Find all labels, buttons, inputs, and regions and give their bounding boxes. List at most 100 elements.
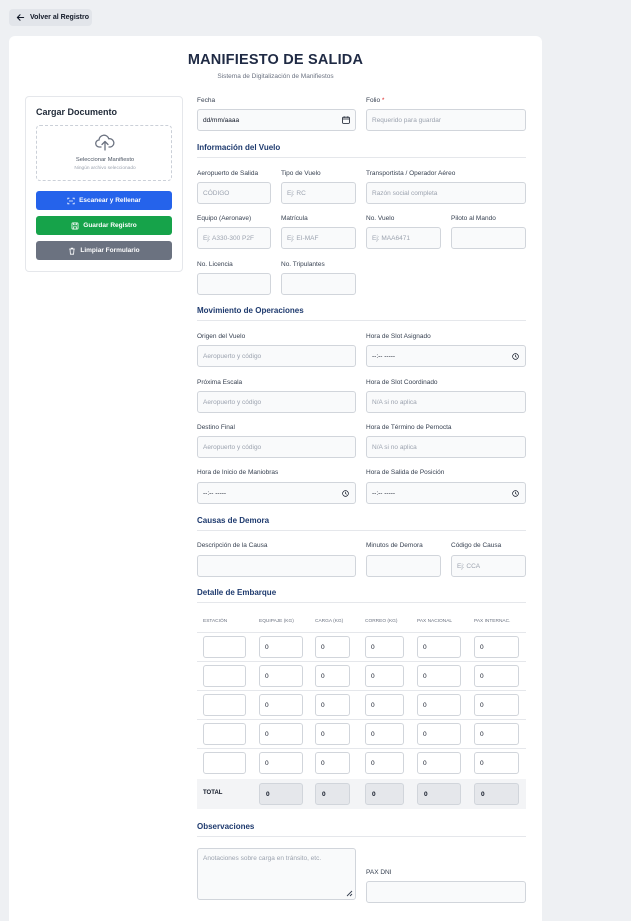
pernocta-input[interactable]: N/A si no aplica (366, 436, 526, 458)
col-equipaje: EQUIPAJE (KG) (259, 619, 294, 624)
minutos-label: Minutos de Demora (366, 542, 423, 549)
equipaje-cell[interactable]: 0 (259, 694, 303, 716)
descripcion-input[interactable] (197, 555, 356, 577)
total-carga: 0 (315, 783, 350, 805)
estacion-cell[interactable] (203, 723, 246, 745)
section-demora-title: Causas de Demora (197, 516, 526, 531)
pax-internac-cell[interactable]: 0 (474, 694, 519, 716)
equipo-input[interactable]: Ej: A330-300 P2F (197, 227, 271, 249)
posicion-input[interactable]: --:-- ----- (366, 482, 526, 504)
destino-input[interactable]: Aeropuerto y código (197, 436, 356, 458)
carga-cell[interactable]: 0 (315, 752, 350, 774)
observaciones-textarea[interactable]: Anotaciones sobre carga en tránsito, etc… (197, 848, 356, 900)
pax-internac-cell[interactable]: 0 (474, 636, 519, 658)
equipaje-cell[interactable]: 0 (259, 665, 303, 687)
estacion-cell[interactable] (203, 636, 246, 658)
no-vuelo-input[interactable]: Ej: MAA6471 (366, 227, 441, 249)
pax-dni-input[interactable] (366, 881, 526, 903)
tripulantes-input[interactable] (281, 273, 356, 295)
pax-internac-cell[interactable]: 0 (474, 665, 519, 687)
table-row: 0 0 0 0 0 (197, 748, 526, 777)
pax-nacional-cell[interactable]: 0 (417, 752, 461, 774)
codigo-input[interactable]: Ej: CCA (451, 555, 526, 577)
calendar-icon (342, 116, 350, 124)
maniobras-label: Hora de Inicio de Maniobras (197, 469, 279, 476)
transportista-label: Transportista / Operador Aéreo (366, 170, 456, 177)
table-row: 0 0 0 0 0 (197, 719, 526, 748)
descripcion-label: Descripción de la Causa (197, 542, 268, 549)
clock-icon (512, 490, 519, 497)
pax-internac-cell[interactable]: 0 (474, 723, 519, 745)
slot-asignado-value: --:-- ----- (372, 352, 396, 360)
table-row: 0 0 0 0 0 (197, 661, 526, 690)
col-pax-internac: PAX INTERNAC. (474, 619, 511, 624)
table-row: 0 0 0 0 0 (197, 690, 526, 719)
licencia-input[interactable] (197, 273, 271, 295)
slot-coordinado-label: Hora de Slot Coordinado (366, 379, 438, 386)
origen-input[interactable]: Aeropuerto y código (197, 345, 356, 367)
slot-coordinado-input[interactable]: N/A si no aplica (366, 391, 526, 413)
upload-panel-title: Cargar Documento (36, 107, 118, 117)
equipaje-cell[interactable]: 0 (259, 723, 303, 745)
estacion-cell[interactable] (203, 665, 246, 687)
pax-nacional-cell[interactable]: 0 (417, 665, 461, 687)
col-correo: CORREO (KG) (365, 619, 398, 624)
minutos-input[interactable] (366, 555, 441, 577)
scan-icon (67, 197, 75, 204)
clear-form-button[interactable]: Limpiar Formulario (36, 241, 172, 260)
slot-asignado-label: Hora de Slot Asignado (366, 333, 431, 340)
dropzone-label: Seleccionar Manifiesto (75, 157, 135, 163)
transportista-input[interactable]: Razón social completa (366, 182, 526, 204)
carga-cell[interactable]: 0 (315, 694, 350, 716)
total-label: TOTAL (203, 790, 223, 796)
col-pax-nacional: PAX NACIONAL (417, 619, 453, 624)
save-record-label: Guardar Registro (83, 222, 137, 229)
fecha-value: dd/mm/aaaa (203, 116, 240, 124)
resize-handle-icon[interactable] (345, 889, 353, 897)
correo-cell[interactable]: 0 (365, 665, 404, 687)
pax-nacional-cell[interactable]: 0 (417, 636, 461, 658)
equipaje-cell[interactable]: 0 (259, 636, 303, 658)
total-equipaje: 0 (259, 783, 303, 805)
origen-label: Origen del Vuelo (197, 333, 246, 340)
correo-cell[interactable]: 0 (365, 752, 404, 774)
estacion-cell[interactable] (203, 694, 246, 716)
estacion-cell[interactable] (203, 752, 246, 774)
tipo-vuelo-input[interactable]: Ej: RC (281, 182, 356, 204)
folio-input[interactable]: Requerido para guardar (366, 109, 526, 131)
file-dropzone[interactable]: Seleccionar Manifiesto Ningún archivo se… (36, 125, 172, 181)
slot-asignado-input[interactable]: --:-- ----- (366, 345, 526, 367)
escala-input[interactable]: Aeropuerto y código (197, 391, 356, 413)
col-estacion: ESTACIÓN (203, 619, 228, 624)
fecha-input[interactable]: dd/mm/aaaa (197, 109, 356, 131)
folio-label-wrap: Folio * (366, 97, 384, 104)
escala-label: Próxima Escala (197, 379, 243, 386)
piloto-input[interactable] (451, 227, 526, 249)
section-operaciones-title: Movimiento de Operaciones (197, 306, 526, 321)
maniobras-input[interactable]: --:-- ----- (197, 482, 356, 504)
total-pax-nacional: 0 (417, 783, 461, 805)
carga-cell[interactable]: 0 (315, 636, 350, 658)
section-embarque-title: Detalle de Embarque (197, 588, 526, 603)
aeropuerto-input[interactable]: CÓDIGO (197, 182, 271, 204)
equipaje-cell[interactable]: 0 (259, 752, 303, 774)
matricula-label: Matrícula (281, 215, 308, 222)
tipo-vuelo-label: Tipo de Vuelo (281, 170, 321, 177)
save-record-button[interactable]: Guardar Registro (36, 216, 172, 235)
section-observaciones-title: Observaciones (197, 822, 526, 837)
pax-nacional-cell[interactable]: 0 (417, 694, 461, 716)
back-button[interactable]: Volver al Registro (9, 9, 92, 26)
matricula-input[interactable]: Ej: EI-MAF (281, 227, 356, 249)
scan-fill-button[interactable]: Escanear y Rellenar (36, 191, 172, 210)
carga-cell[interactable]: 0 (315, 723, 350, 745)
carga-cell[interactable]: 0 (315, 665, 350, 687)
correo-cell[interactable]: 0 (365, 723, 404, 745)
correo-cell[interactable]: 0 (365, 694, 404, 716)
aeropuerto-label: Aeropuerto de Salida (197, 170, 259, 177)
correo-cell[interactable]: 0 (365, 636, 404, 658)
manifest-card: MANIFIESTO DE SALIDA Sistema de Digitali… (9, 36, 542, 921)
section-vuelo-title: Información del Vuelo (197, 143, 526, 158)
pax-nacional-cell[interactable]: 0 (417, 723, 461, 745)
pax-internac-cell[interactable]: 0 (474, 752, 519, 774)
page-subtitle: Sistema de Digitalización de Manifiestos (217, 73, 334, 80)
